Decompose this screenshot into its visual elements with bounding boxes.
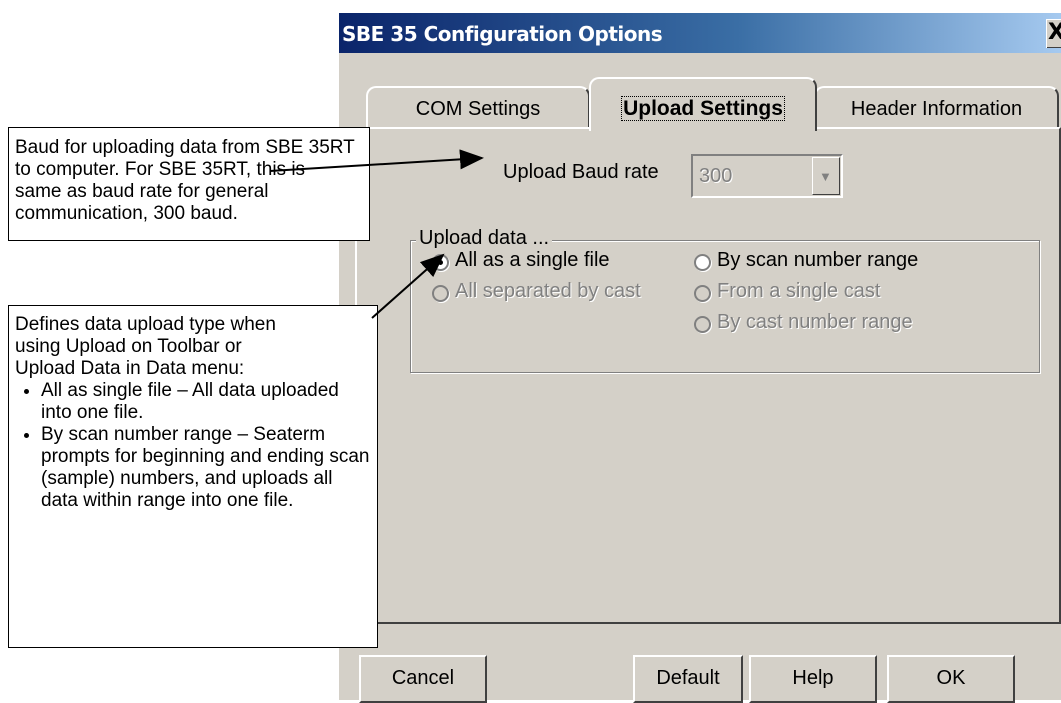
arrow-icon xyxy=(371,253,445,319)
callout-arrows xyxy=(269,149,484,319)
arrow-icon xyxy=(269,149,484,172)
